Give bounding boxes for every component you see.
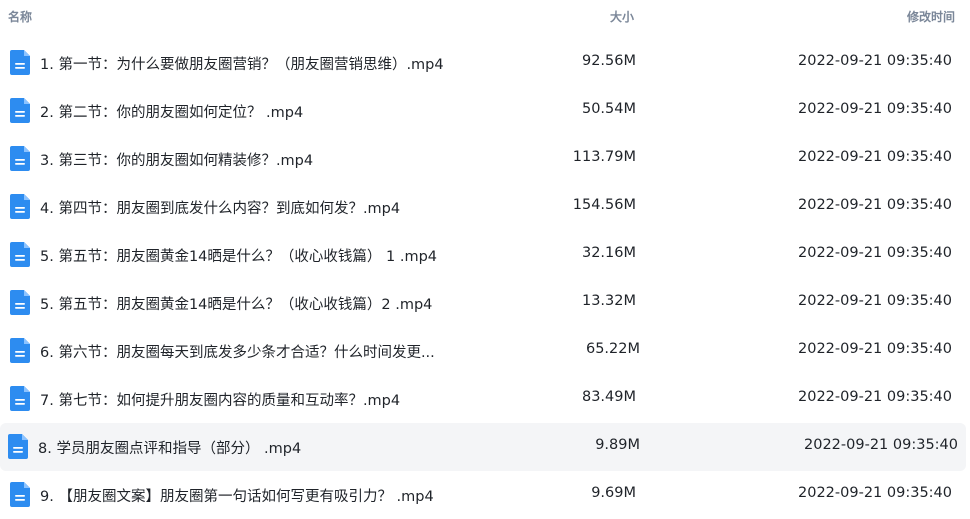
- file-modified-time: 2022-09-21 09:35:40: [798, 197, 952, 213]
- file-name[interactable]: 5. 第五节：朋友圈黄金14晒是什么？（收心收钱篇） 1 .mp4: [40, 245, 437, 266]
- file-size: 13.32M: [581, 293, 636, 309]
- file-list-header: 名称 大小 修改时间: [0, 0, 970, 34]
- file-modified-time: 2022-09-21 09:35:40: [798, 389, 952, 405]
- video-file-icon: [10, 146, 30, 171]
- file-row[interactable]: 6. 第六节：朋友圈每天到底发多少条才合适？什么时间发更... 65.22M 2…: [0, 327, 966, 375]
- file-modified-time: 2022-09-21 09:35:40: [804, 437, 958, 453]
- file-modified-time: 2022-09-21 09:35:40: [798, 293, 952, 309]
- file-name[interactable]: 6. 第六节：朋友圈每天到底发多少条才合适？什么时间发更...: [40, 341, 435, 362]
- file-row[interactable]: 3. 第三节：你的朋友圈如何精装修？.mp4 113.79M 2022-09-2…: [0, 135, 966, 183]
- file-name[interactable]: 2. 第二节：你的朋友圈如何定位？ .mp4: [40, 101, 303, 122]
- file-name[interactable]: 8. 学员朋友圈点评和指导（部分） .mp4: [38, 437, 301, 458]
- file-modified-time: 2022-09-21 09:35:40: [798, 53, 952, 69]
- file-name[interactable]: 9. 【朋友圈文案】朋友圈第一句话如何写更有吸引力？ .mp4: [40, 485, 434, 506]
- file-name[interactable]: 1. 第一节：为什么要做朋友圈营销？（朋友圈营销思维）.mp4: [40, 53, 444, 74]
- video-file-icon: [10, 50, 30, 75]
- file-size: 92.56M: [581, 53, 636, 69]
- file-size: 154.56M: [572, 197, 636, 213]
- column-header-modified[interactable]: 修改时间: [907, 8, 955, 25]
- video-file-icon: [8, 434, 28, 459]
- video-file-icon: [10, 386, 30, 411]
- file-modified-time: 2022-09-21 09:35:40: [798, 341, 952, 357]
- column-header-size[interactable]: 大小: [610, 8, 634, 25]
- file-row-hovered[interactable]: 8. 学员朋友圈点评和指导（部分） .mp4 9.89M 2022-09-21 …: [0, 423, 966, 471]
- file-modified-time: 2022-09-21 09:35:40: [798, 101, 952, 117]
- file-name[interactable]: 4. 第四节：朋友圈到底发什么内容？到底如何发？.mp4: [40, 197, 400, 218]
- file-row[interactable]: 1. 第一节：为什么要做朋友圈营销？（朋友圈营销思维）.mp4 92.56M 2…: [0, 39, 966, 87]
- video-file-icon: [10, 482, 30, 507]
- video-file-icon: [10, 290, 30, 315]
- column-header-name[interactable]: 名称: [8, 8, 32, 25]
- file-name[interactable]: 5. 第五节：朋友圈黄金14晒是什么？（收心收钱篇）2 .mp4: [40, 293, 432, 314]
- file-size: 32.16M: [581, 245, 636, 261]
- file-row[interactable]: 5. 第五节：朋友圈黄金14晒是什么？（收心收钱篇）2 .mp4 13.32M …: [0, 279, 966, 327]
- file-modified-time: 2022-09-21 09:35:40: [798, 245, 952, 261]
- file-size: 9.89M: [595, 437, 640, 453]
- file-name[interactable]: 7. 第七节：如何提升朋友圈内容的质量和互动率？.mp4: [40, 389, 400, 410]
- file-list: 1. 第一节：为什么要做朋友圈营销？（朋友圈营销思维）.mp4 92.56M 2…: [0, 39, 970, 519]
- file-size: 65.22M: [585, 341, 640, 357]
- file-size: 9.69M: [591, 485, 636, 501]
- video-file-icon: [10, 338, 30, 363]
- file-row[interactable]: 9. 【朋友圈文案】朋友圈第一句话如何写更有吸引力？ .mp4 9.69M 20…: [0, 471, 966, 519]
- file-modified-time: 2022-09-21 09:35:40: [798, 485, 952, 501]
- file-name[interactable]: 3. 第三节：你的朋友圈如何精装修？.mp4: [40, 149, 313, 170]
- video-file-icon: [10, 242, 30, 267]
- file-size: 83.49M: [581, 389, 636, 405]
- file-size: 50.54M: [581, 101, 636, 117]
- file-size: 113.79M: [572, 149, 636, 165]
- file-row[interactable]: 7. 第七节：如何提升朋友圈内容的质量和互动率？.mp4 83.49M 2022…: [0, 375, 966, 423]
- file-row[interactable]: 5. 第五节：朋友圈黄金14晒是什么？（收心收钱篇） 1 .mp4 32.16M…: [0, 231, 966, 279]
- file-row[interactable]: 2. 第二节：你的朋友圈如何定位？ .mp4 50.54M 2022-09-21…: [0, 87, 966, 135]
- file-modified-time: 2022-09-21 09:35:40: [798, 149, 952, 165]
- video-file-icon: [10, 98, 30, 123]
- video-file-icon: [10, 194, 30, 219]
- file-row[interactable]: 4. 第四节：朋友圈到底发什么内容？到底如何发？.mp4 154.56M 202…: [0, 183, 966, 231]
